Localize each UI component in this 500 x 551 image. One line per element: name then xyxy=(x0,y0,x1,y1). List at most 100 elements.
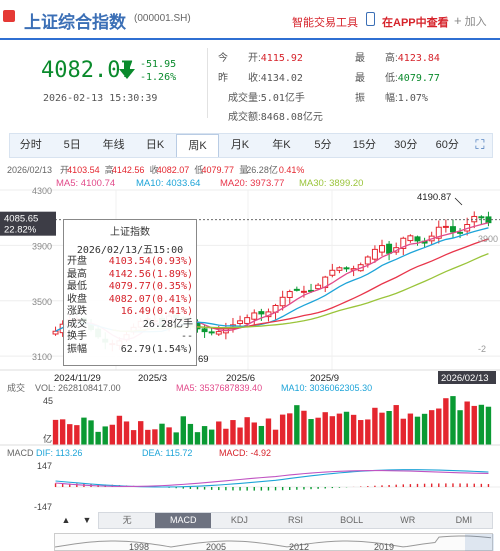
volume-bar xyxy=(443,398,449,445)
ma20-label: MA20: 3973.77 xyxy=(220,178,284,189)
ohlc-date: 2026/02/13 xyxy=(7,165,52,175)
smart-trade-link[interactable]: 智能交易工具 xyxy=(292,14,358,30)
volume-bar xyxy=(258,425,265,445)
close-value: 4082.07 xyxy=(157,165,190,175)
dif-line xyxy=(55,469,489,488)
volume-bar xyxy=(145,429,151,445)
candle-body xyxy=(300,290,307,293)
quote-datetime: 2026-02-13 15:30:39 xyxy=(43,93,158,104)
volume-bar xyxy=(88,420,94,445)
amplitude-field: 振 幅:1.07% xyxy=(355,93,428,104)
period-tabs: 分时 5日 年线 日K 周K 月K 年K 5分 15分 30分 60分 ⛶ xyxy=(9,133,493,158)
overview-handle[interactable] xyxy=(465,534,494,551)
candle-body xyxy=(449,226,456,233)
tab-8[interactable]: 15分 xyxy=(344,134,385,157)
volume-bar xyxy=(428,410,435,445)
tooltip-row: 最高 4142.56(1.89%) xyxy=(67,268,193,280)
up-arrow-icon[interactable]: ▲ xyxy=(57,512,75,529)
candle-body xyxy=(315,284,322,290)
tab-0[interactable]: 分时 xyxy=(10,134,51,157)
overview-line xyxy=(54,535,492,548)
indicator-tab-6[interactable]: DMI xyxy=(436,513,492,528)
volume-bar xyxy=(216,421,222,445)
volume-bar xyxy=(336,413,343,445)
volume-bar xyxy=(180,416,186,445)
volume-bar xyxy=(166,427,172,445)
candle-body xyxy=(407,235,414,242)
ma30-label: MA30: 3899.20 xyxy=(299,178,363,189)
dea-line xyxy=(55,470,489,488)
tab-4[interactable]: 周K xyxy=(175,134,220,157)
tab-1[interactable]: 5日 xyxy=(51,134,92,157)
volume-field: 成交量:5.01亿手 xyxy=(228,93,305,104)
candle-body xyxy=(379,245,385,253)
pct-value: 0.41% xyxy=(279,165,305,175)
indicator-tab-0[interactable]: 无 xyxy=(99,513,155,528)
vol-value: 26.28亿 xyxy=(246,164,278,175)
ohlc-tooltip: 上证指数 2026/02/13/五15:00 开盘 4103.54(0.93%) 最… xyxy=(63,219,197,366)
fullscreen-icon[interactable]: ⛶ xyxy=(468,134,492,157)
down-arrow-icon[interactable]: ▼ xyxy=(78,512,96,529)
candle-body xyxy=(364,256,371,265)
overview-navigator[interactable]: 1998 2005 2012 2019 xyxy=(54,533,494,551)
dea-label: DEA: 115.72 xyxy=(142,448,192,458)
volume-bar xyxy=(393,405,399,445)
candle-body xyxy=(371,248,378,260)
tooltip-row: 开盘 4103.54(0.93%) xyxy=(67,256,193,267)
price-tick: 3500 xyxy=(32,297,52,307)
tab-2[interactable]: 年线 xyxy=(93,134,134,157)
page-title: 上证综合指数 xyxy=(24,13,126,32)
tab-6[interactable]: 年K xyxy=(261,134,302,157)
prev-close-field: 昨 收:4134.02 xyxy=(218,73,303,84)
volume-bar xyxy=(379,412,385,445)
volume-bar xyxy=(414,416,421,445)
date-tick: 2025/3 xyxy=(138,373,167,384)
volume-bar xyxy=(187,423,194,445)
tab-3[interactable]: 日K xyxy=(134,134,175,157)
open-field: 今 开:4115.92 xyxy=(218,53,303,64)
volume-bar xyxy=(407,413,414,445)
indicator-tab-2[interactable]: KDJ xyxy=(211,513,267,528)
candle-body xyxy=(414,236,421,242)
add-watchlist-button[interactable]: + 加入 xyxy=(454,13,487,29)
volume-bar xyxy=(294,405,300,445)
candle-body xyxy=(258,311,265,315)
volume-bar xyxy=(74,425,80,445)
volume-bar xyxy=(308,419,314,445)
candle-body xyxy=(215,331,222,335)
candle-body xyxy=(237,320,244,324)
macd-value-label: MACD: -4.92 xyxy=(219,448,271,458)
menu-icon[interactable] xyxy=(3,10,15,22)
indicator-tab-5[interactable]: WR xyxy=(380,513,436,528)
volume-bar xyxy=(230,420,236,445)
candle-body xyxy=(471,215,478,223)
indicator-tab-4[interactable]: BOLL xyxy=(324,513,380,528)
volume-bar xyxy=(223,428,229,445)
candle-body xyxy=(251,312,258,320)
open-in-app-link[interactable]: 在APP中查看 xyxy=(382,14,449,30)
tab-10[interactable]: 60分 xyxy=(427,134,468,157)
vol-ma10-label: MA10: 3036062305.30 xyxy=(281,383,372,393)
volume-bar xyxy=(450,396,456,445)
candle-body xyxy=(52,330,59,335)
vol-tick: 亿 xyxy=(43,433,52,444)
ma10-label: MA10: 4033.64 xyxy=(136,178,200,189)
tooltip-row: 涨跌 16.49(0.41%) xyxy=(67,306,193,317)
right-tick: -2 xyxy=(478,344,486,354)
volume-bar xyxy=(237,427,243,445)
volume-bar xyxy=(159,423,165,445)
volume-bar xyxy=(279,414,286,445)
amount-field: 成交额:8468.08亿元 xyxy=(228,112,323,123)
volume-bar xyxy=(471,405,477,445)
indicator-tab-3[interactable]: RSI xyxy=(267,513,323,528)
indicator-tab-1[interactable]: MACD xyxy=(155,513,212,528)
tooltip-row: 振幅 62.79(1.54%) xyxy=(67,343,193,355)
volume-bar xyxy=(95,431,101,445)
tooltip-row: 换手 -- xyxy=(67,331,193,342)
change-value: -51.95 xyxy=(140,59,177,70)
tab-9[interactable]: 30分 xyxy=(385,134,426,157)
tooltip-date: 2026/02/13/五15:00 xyxy=(76,245,184,256)
volume-bar xyxy=(436,408,442,445)
tab-5[interactable]: 月K xyxy=(219,134,260,157)
tab-7[interactable]: 5分 xyxy=(302,134,343,157)
